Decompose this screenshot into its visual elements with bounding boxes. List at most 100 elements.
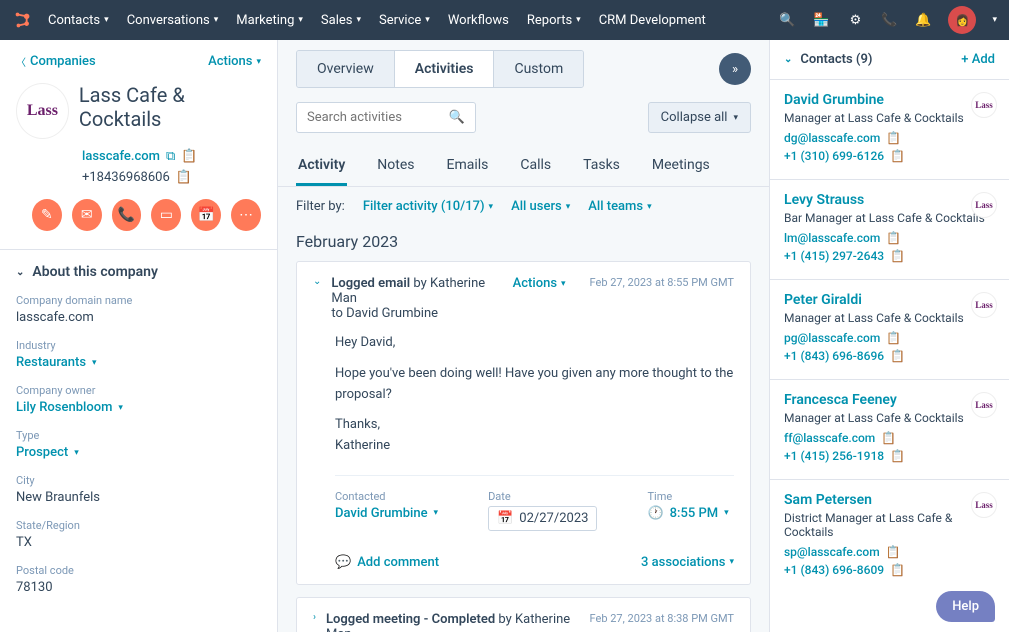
subtab-emails[interactable]: Emails — [445, 147, 491, 186]
contact-name-link[interactable]: Sam Petersen — [784, 492, 995, 508]
open-external-icon[interactable]: ⧉ — [166, 149, 175, 164]
contact-phone-link[interactable]: +1 (415) 256-1918 — [784, 449, 884, 463]
contacted-value[interactable]: David Grumbine ▾ — [335, 506, 438, 521]
filter-activity-dropdown[interactable]: Filter activity (10/17) ▾ — [363, 199, 493, 214]
copy-phone-icon[interactable]: 📋 — [890, 249, 905, 263]
copy-email-icon[interactable]: 📋 — [881, 431, 896, 445]
associations-dropdown[interactable]: 3 associations ▾ — [641, 555, 734, 570]
contact-role: Manager at Lass Cafe & Cocktails — [784, 111, 995, 125]
filter-by-label: Filter by: — [296, 199, 345, 214]
contact-email-link[interactable]: sp@lasscafe.com — [784, 545, 880, 559]
search-activities-input[interactable] — [307, 110, 439, 125]
tab-custom[interactable]: Custom — [494, 51, 583, 87]
more-button[interactable]: ⋯ — [231, 199, 261, 231]
note-button[interactable]: ✎ — [32, 199, 62, 231]
copy-phone-icon[interactable]: 📋 — [176, 170, 192, 185]
search-icon[interactable]: 🔍 — [449, 110, 465, 125]
copy-phone-icon[interactable]: 📋 — [890, 563, 905, 577]
nav-sales[interactable]: Sales ▾ — [321, 13, 361, 28]
tab-overview[interactable]: Overview — [297, 51, 395, 87]
account-menu-caret[interactable]: ▾ — [992, 15, 997, 25]
copy-phone-icon[interactable]: 📋 — [890, 449, 905, 463]
copy-email-icon[interactable]: 📋 — [886, 131, 901, 145]
card-title: Logged email by Katherine Man — [331, 276, 502, 306]
contact-name-link[interactable]: Peter Giraldi — [784, 292, 995, 308]
contact-email-link[interactable]: pg@lasscafe.com — [784, 331, 880, 345]
industry-field-value[interactable]: Restaurants ▾ — [16, 355, 261, 370]
type-field-value[interactable]: Prospect ▾ — [16, 445, 261, 460]
company-domain-link[interactable]: lasscafe.com — [82, 149, 160, 164]
user-avatar[interactable]: 👩 — [948, 6, 976, 34]
nav-contacts[interactable]: Contacts ▾ — [48, 13, 109, 28]
copy-email-icon[interactable]: 📋 — [886, 231, 901, 245]
card-expand-toggle[interactable]: › — [313, 612, 316, 623]
copy-domain-icon[interactable]: 📋 — [181, 149, 197, 164]
nav-workflows[interactable]: Workflows — [448, 13, 509, 28]
call-button[interactable]: 📞 — [112, 199, 142, 231]
task-button[interactable]: 📅 — [191, 199, 221, 231]
log-button[interactable]: ▭ — [151, 199, 181, 231]
help-bubble[interactable]: Help — [936, 591, 995, 622]
search-icon[interactable]: 🔍 — [778, 11, 796, 29]
contact-name-link[interactable]: David Grumbine — [784, 92, 995, 108]
copy-phone-icon[interactable]: 📋 — [890, 149, 905, 163]
card-actions-menu[interactable]: Actions ▾ — [513, 276, 566, 291]
about-section-header[interactable]: ⌄ About this company — [16, 264, 261, 280]
contact-role: Manager at Lass Cafe & Cocktails — [784, 411, 995, 425]
contact-phone-link[interactable]: +1 (843) 696-8696 — [784, 349, 884, 363]
contact-email-link[interactable]: lm@lasscafe.com — [784, 231, 880, 245]
search-activities-box[interactable]: 🔍 — [296, 102, 476, 133]
contact-phone-link[interactable]: +1 (843) 696-8609 — [784, 563, 884, 577]
email-button[interactable]: ✉ — [72, 199, 102, 231]
contact-phone-link[interactable]: +1 (310) 699-6126 — [784, 149, 884, 163]
owner-field-value[interactable]: Lily Rosenbloom ▾ — [16, 400, 261, 415]
marketplace-icon[interactable]: 🏪 — [812, 11, 830, 29]
time-value[interactable]: 🕐 8:55 PM ▾ — [647, 506, 728, 521]
record-tabs: Overview Activities Custom — [296, 50, 584, 88]
card-collapse-toggle[interactable]: ⌄ — [313, 276, 321, 287]
top-nav: Contacts ▾ Conversations ▾ Marketing ▾ S… — [0, 0, 1009, 40]
copy-email-icon[interactable]: 📋 — [886, 545, 901, 559]
date-input[interactable]: 📅02/27/2023 — [488, 506, 597, 531]
contact-email-link[interactable]: ff@lasscafe.com — [784, 431, 875, 445]
nav-reports[interactable]: Reports ▾ — [527, 13, 581, 28]
contact-card: LassPeter GiraldiManager at Lass Cafe & … — [770, 279, 1009, 379]
calling-icon[interactable]: 📞 — [880, 11, 898, 29]
contact-name-link[interactable]: Francesca Feeney — [784, 392, 995, 408]
subtab-meetings[interactable]: Meetings — [650, 147, 712, 186]
copy-email-icon[interactable]: 📋 — [886, 331, 901, 345]
subtab-activity[interactable]: Activity — [296, 147, 347, 186]
add-comment-button[interactable]: 💬 Add comment — [335, 555, 439, 570]
tab-activities[interactable]: Activities — [395, 51, 495, 87]
expand-sidebar-button[interactable]: » — [719, 53, 751, 85]
filter-users-dropdown[interactable]: All users ▾ — [511, 199, 570, 214]
nav-marketing[interactable]: Marketing ▾ — [236, 13, 303, 28]
activity-subtabs: Activity Notes Emails Calls Tasks Meetin… — [278, 147, 769, 187]
contact-email-link[interactable]: dg@lasscafe.com — [784, 131, 880, 145]
copy-phone-icon[interactable]: 📋 — [890, 349, 905, 363]
subtab-calls[interactable]: Calls — [518, 147, 553, 186]
add-contact-button[interactable]: + Add — [961, 52, 995, 67]
nav-conversations[interactable]: Conversations ▾ — [127, 13, 219, 28]
city-field-value[interactable]: New Braunfels — [16, 490, 261, 505]
subtab-tasks[interactable]: Tasks — [581, 147, 622, 186]
postal-field-value[interactable]: 78130 — [16, 580, 261, 595]
subtab-notes[interactable]: Notes — [375, 147, 416, 186]
collapse-all-button[interactable]: Collapse all ▾ — [648, 102, 751, 133]
calendar-icon: 📅 — [497, 511, 513, 526]
contact-name-link[interactable]: Levy Strauss — [784, 192, 995, 208]
company-actions-menu[interactable]: Actions ▾ — [208, 54, 261, 69]
contacts-section-header[interactable]: ⌄ Contacts (9) — [784, 52, 872, 67]
domain-field-value[interactable]: lasscafe.com — [16, 310, 261, 325]
contact-phone-link[interactable]: +1 (415) 297-2643 — [784, 249, 884, 263]
hubspot-logo-icon[interactable] — [12, 9, 34, 31]
main-content: Overview Activities Custom » 🔍 Collapse … — [278, 40, 769, 632]
nav-crm-dev[interactable]: CRM Development — [599, 13, 706, 28]
breadcrumb-back[interactable]: 〈 Companies — [16, 54, 96, 69]
notifications-icon[interactable]: 🔔 — [914, 11, 932, 29]
filter-teams-dropdown[interactable]: All teams ▾ — [588, 199, 651, 214]
card-title: Logged meeting - Completed by Katherine … — [326, 612, 580, 632]
nav-service[interactable]: Service ▾ — [379, 13, 430, 28]
settings-icon[interactable]: ⚙ — [846, 11, 864, 29]
state-field-value[interactable]: TX — [16, 535, 261, 550]
